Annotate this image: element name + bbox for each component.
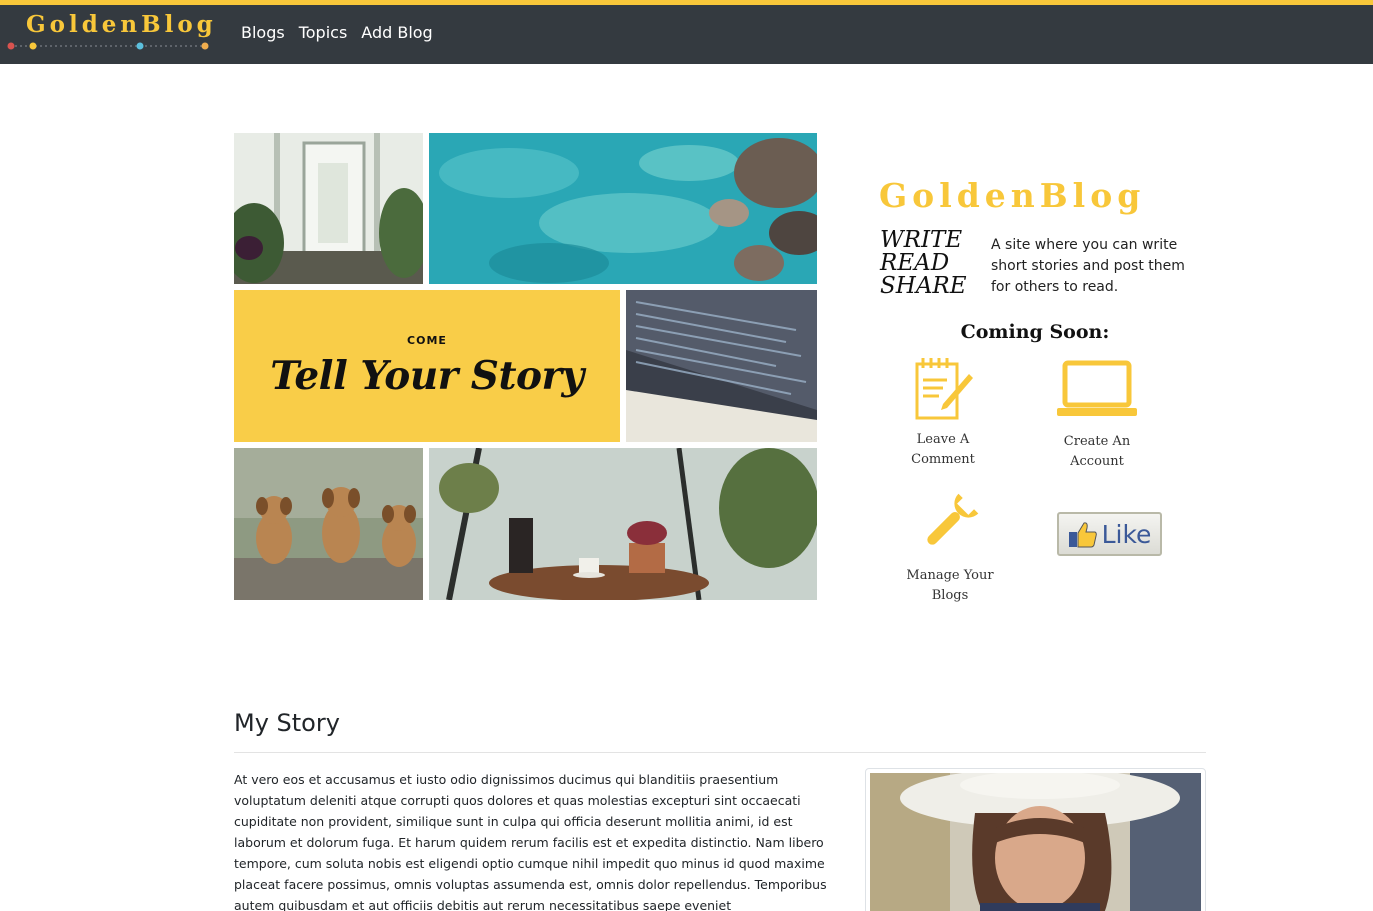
story-banner-small-text: COME [407, 333, 447, 347]
nav-link-add-blog[interactable]: Add Blog [361, 23, 432, 42]
coming-soon-heading: Coming Soon: [960, 321, 1110, 343]
feature-leave-comment-label: Leave A Comment [911, 432, 975, 467]
like-button-label: Like [1101, 519, 1152, 549]
feature-manage-blogs-label: Manage Your Blogs [906, 568, 994, 603]
motto: WRITE READ SHARE [880, 229, 967, 298]
my-story-body: At vero eos et accusamus et iusto odio d… [234, 772, 827, 911]
author-photo [870, 773, 1201, 911]
story-banner-heading: Tell Your Story [270, 352, 584, 399]
navbar-brand-logo[interactable]: GoldenBlog [6, 5, 213, 64]
greenhouse-photo [234, 133, 423, 284]
motto-line-share: SHARE [880, 273, 967, 299]
puppies-photo [234, 448, 423, 600]
site-tagline: A site where you can write short stories… [991, 237, 1185, 295]
nav-links: Blogs Topics Add Blog [241, 23, 433, 42]
navbar-brand-text: GoldenBlog [26, 11, 217, 38]
motto-line-read: READ [880, 250, 950, 276]
tell-your-story-banner[interactable]: COME Tell Your Story [234, 290, 620, 442]
section-divider [234, 752, 1206, 753]
feature-create-account: Create An Account [1037, 360, 1157, 472]
brand-dotted-line-icon [7, 42, 209, 50]
laptop-icon [1057, 360, 1137, 416]
my-story-heading: My Story [234, 709, 340, 737]
info-brand-title: GoldenBlog [879, 176, 1146, 215]
code-screen-photo [626, 290, 817, 442]
feature-create-account-label: Create An Account [1063, 434, 1131, 469]
like-button[interactable]: Like [1057, 512, 1162, 556]
notepad-pencil-icon [915, 358, 973, 420]
nav-link-topics[interactable]: Topics [299, 23, 348, 42]
hero-collage: COME Tell Your Story [234, 133, 817, 600]
nav-link-blogs[interactable]: Blogs [241, 23, 285, 42]
cafe-table-photo [429, 448, 817, 600]
thumbs-up-icon [1068, 522, 1097, 548]
wrench-icon [927, 493, 979, 545]
motto-line-write: WRITE [880, 227, 963, 253]
feature-manage-blogs: Manage Your Blogs [890, 492, 1010, 606]
navbar: GoldenBlog Blogs Topics Add Blog [0, 5, 1373, 64]
ocean-rocks-photo [429, 133, 817, 284]
feature-leave-comment: Leave A Comment [883, 356, 1003, 470]
author-photo-card [865, 768, 1206, 911]
